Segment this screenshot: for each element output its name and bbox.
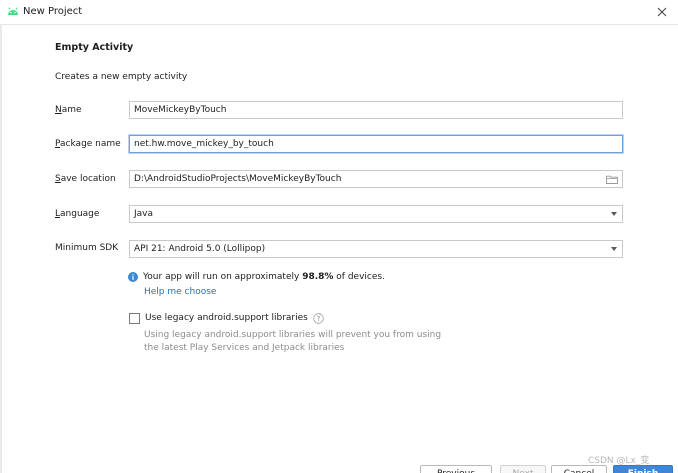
name-label: Name [55, 105, 82, 115]
window-title: New Project [23, 6, 83, 17]
language-dropdown[interactable]: Java [129, 205, 623, 223]
help-me-choose-link[interactable]: Help me choose [144, 287, 216, 297]
language-value: Java [134, 209, 154, 219]
minimum-sdk-dropdown[interactable]: API 21: Android 5.0 (Lollipop) [129, 240, 623, 258]
info-icon [128, 272, 138, 282]
template-description: Creates a new empty activity [55, 72, 188, 82]
close-icon[interactable] [654, 4, 670, 20]
legacy-libraries-checkbox[interactable] [129, 313, 140, 324]
language-label: Language [55, 209, 99, 219]
legacy-description-line-2: the latest Play Services and Jetpack lib… [144, 343, 345, 353]
android-icon [8, 7, 18, 15]
package-name-field[interactable]: net.hw.move_mickey_by_touch [129, 135, 623, 153]
watermark: CSDN @Lx_变 [588, 456, 650, 466]
package-label-text: ackage name [60, 139, 121, 149]
language-label-text: anguage [60, 209, 100, 219]
package-name-label: Package name [55, 139, 121, 149]
chevron-down-icon [611, 247, 617, 251]
help-icon[interactable]: ? [313, 313, 324, 324]
previous-button[interactable]: Previous [420, 465, 492, 473]
save-location-label-text: ave location [60, 174, 116, 184]
legacy-description-line-1: Using legacy android.support libraries w… [144, 330, 442, 340]
minimum-sdk-label: Minimum SDK [55, 243, 119, 253]
finish-button[interactable]: Finish [613, 465, 673, 473]
new-project-dialog: New Project Empty Activity Creates a new… [0, 0, 678, 473]
name-label-text: ame [61, 105, 82, 115]
minimum-sdk-value: API 21: Android 5.0 (Lollipop) [134, 244, 266, 254]
name-label-mnemonic: N [55, 105, 62, 115]
save-location-value: D:\AndroidStudioProjects\MoveMickeyByTou… [134, 174, 342, 184]
folder-icon[interactable] [606, 175, 618, 184]
name-field[interactable]: MoveMickeyByTouch [129, 101, 623, 119]
cancel-button[interactable]: Cancel [551, 465, 607, 473]
next-button[interactable]: Next [500, 465, 546, 473]
device-coverage-text: Your app will run on approximately 98.8%… [143, 272, 385, 282]
coverage-suffix: of devices. [333, 272, 385, 282]
save-location-label: Save location [55, 174, 116, 184]
save-location-field[interactable]: D:\AndroidStudioProjects\MoveMickeyByTou… [129, 170, 623, 188]
template-heading: Empty Activity [55, 42, 134, 53]
left-panel-edge [0, 24, 2, 473]
chevron-down-icon [611, 212, 617, 216]
title-bar: New Project [0, 0, 678, 25]
svg-text:?: ? [317, 315, 321, 323]
coverage-percent: 98.8% [302, 272, 334, 282]
coverage-prefix: Your app will run on approximately [143, 272, 303, 282]
legacy-libraries-label[interactable]: Use legacy android.support libraries [145, 313, 308, 323]
